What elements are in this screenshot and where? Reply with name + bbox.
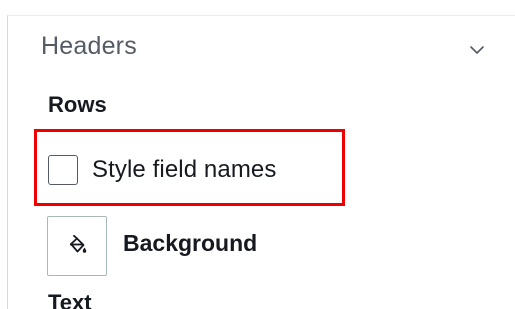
- format-panel-canvas: Headers Rows Style field names Backgroun…: [0, 0, 515, 309]
- background-color-button[interactable]: [47, 216, 107, 276]
- style-field-names-checkbox[interactable]: [48, 155, 78, 185]
- headers-section-header[interactable]: Headers: [41, 30, 496, 74]
- background-label: Background: [123, 230, 258, 256]
- paint-bucket-icon: [70, 235, 87, 253]
- style-field-names-checkbox-row[interactable]: Style field names: [48, 152, 276, 188]
- chevron-down-icon[interactable]: [467, 40, 487, 60]
- text-label: Text: [48, 290, 92, 309]
- section-title: Headers: [41, 32, 137, 60]
- rows-label: Rows: [48, 92, 107, 117]
- style-field-names-label[interactable]: Style field names: [92, 156, 276, 184]
